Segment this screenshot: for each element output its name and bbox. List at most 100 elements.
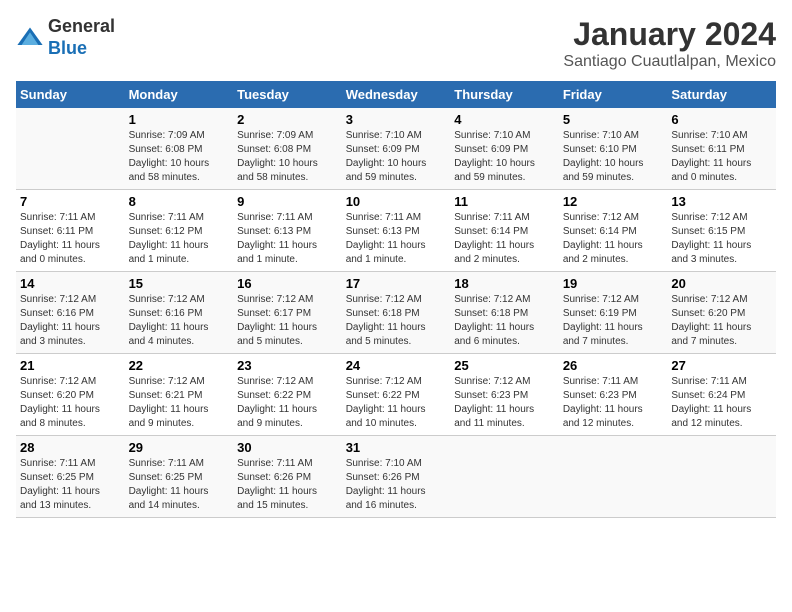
calendar-cell: 6 Sunrise: 7:10 AM Sunset: 6:11 PM Daylig… [667,108,776,190]
calendar-cell: 26 Sunrise: 7:11 AM Sunset: 6:23 PM Dayli… [559,354,668,436]
logo-text: General Blue [48,16,115,59]
day-number: 7 [20,194,121,209]
day-info: Sunrise: 7:12 AM Sunset: 6:17 PM Dayligh… [237,293,338,349]
calendar-cell: 1 Sunrise: 7:09 AM Sunset: 6:08 PM Daylig… [125,108,234,190]
day-number: 30 [237,440,338,455]
day-info: Sunrise: 7:12 AM Sunset: 6:18 PM Dayligh… [454,293,555,349]
calendar-cell: 8 Sunrise: 7:11 AM Sunset: 6:12 PM Daylig… [125,190,234,272]
calendar-cell: 2Sunrise: 7:09 AM Sunset: 6:08 PM Daylig… [233,108,342,190]
day-info: Sunrise: 7:12 AM Sunset: 6:20 PM Dayligh… [671,293,772,349]
header-day-thursday: Thursday [450,81,559,108]
calendar-cell [16,108,125,190]
day-info: Sunrise: 7:11 AM Sunset: 6:13 PM Dayligh… [346,211,447,267]
day-info: Sunrise: 7:12 AM Sunset: 6:16 PM Dayligh… [20,293,121,349]
calendar-cell: 17Sunrise: 7:12 AM Sunset: 6:18 PM Dayli… [342,272,451,354]
day-info: Sunrise: 7:11 AM Sunset: 6:12 PM Dayligh… [129,211,230,267]
day-info: Sunrise: 7:10 AM Sunset: 6:11 PM Dayligh… [671,129,772,185]
header-day-friday: Friday [559,81,668,108]
day-number: 10 [346,194,447,209]
day-number: 26 [563,358,664,373]
calendar-cell: 11 Sunrise: 7:11 AM Sunset: 6:14 PM Dayli… [450,190,559,272]
day-number: 27 [671,358,772,373]
calendar-cell: 28Sunrise: 7:11 AM Sunset: 6:25 PM Dayli… [16,436,125,518]
calendar-cell: 15 Sunrise: 7:12 AM Sunset: 6:16 PM Dayli… [125,272,234,354]
title-section: January 2024 Santiago Cuautlalpan, Mexic… [563,16,776,71]
calendar-cell [450,436,559,518]
day-info: Sunrise: 7:12 AM Sunset: 6:18 PM Dayligh… [346,293,447,349]
calendar-cell: 16 Sunrise: 7:12 AM Sunset: 6:17 PM Dayli… [233,272,342,354]
header-day-saturday: Saturday [667,81,776,108]
day-info: Sunrise: 7:10 AM Sunset: 6:10 PM Dayligh… [563,129,664,185]
day-info: Sunrise: 7:12 AM Sunset: 6:22 PM Dayligh… [237,375,338,431]
calendar-cell: 13 Sunrise: 7:12 AM Sunset: 6:15 PM Dayli… [667,190,776,272]
main-title: January 2024 [563,16,776,53]
day-number: 20 [671,276,772,291]
day-info: Sunrise: 7:11 AM Sunset: 6:24 PM Dayligh… [671,375,772,431]
logo-blue: Blue [48,38,87,58]
day-info: Sunrise: 7:10 AM Sunset: 6:26 PM Dayligh… [346,457,447,513]
day-info: Sunrise: 7:12 AM Sunset: 6:22 PM Dayligh… [346,375,447,431]
day-number: 13 [671,194,772,209]
day-info: Sunrise: 7:12 AM Sunset: 6:16 PM Dayligh… [129,293,230,349]
day-number: 8 [129,194,230,209]
calendar-cell: 24Sunrise: 7:12 AM Sunset: 6:22 PM Dayli… [342,354,451,436]
day-number: 18 [454,276,555,291]
week-row-2: 7Sunrise: 7:11 AM Sunset: 6:11 PM Daylig… [16,190,776,272]
calendar-cell: 27 Sunrise: 7:11 AM Sunset: 6:24 PM Dayli… [667,354,776,436]
day-info: Sunrise: 7:12 AM Sunset: 6:21 PM Dayligh… [129,375,230,431]
calendar-cell: 20 Sunrise: 7:12 AM Sunset: 6:20 PM Dayli… [667,272,776,354]
calendar-header: SundayMondayTuesdayWednesdayThursdayFrid… [16,81,776,108]
day-info: Sunrise: 7:12 AM Sunset: 6:14 PM Dayligh… [563,211,664,267]
day-number: 29 [129,440,230,455]
day-number: 14 [20,276,121,291]
day-info: Sunrise: 7:12 AM Sunset: 6:19 PM Dayligh… [563,293,664,349]
calendar-cell: 31 Sunrise: 7:10 AM Sunset: 6:26 PM Dayli… [342,436,451,518]
header: General Blue January 2024 Santiago Cuaut… [16,16,776,71]
day-number: 16 [237,276,338,291]
day-info: Sunrise: 7:12 AM Sunset: 6:23 PM Dayligh… [454,375,555,431]
calendar-cell: 14 Sunrise: 7:12 AM Sunset: 6:16 PM Dayli… [16,272,125,354]
logo: General Blue [16,16,115,59]
subtitle: Santiago Cuautlalpan, Mexico [563,53,776,71]
calendar-cell: 9Sunrise: 7:11 AM Sunset: 6:13 PM Daylig… [233,190,342,272]
day-number: 31 [346,440,447,455]
calendar-cell: 12Sunrise: 7:12 AM Sunset: 6:14 PM Dayli… [559,190,668,272]
day-info: Sunrise: 7:11 AM Sunset: 6:23 PM Dayligh… [563,375,664,431]
day-number: 4 [454,112,555,127]
day-number: 11 [454,194,555,209]
day-number: 21 [20,358,121,373]
header-day-sunday: Sunday [16,81,125,108]
day-number: 22 [129,358,230,373]
header-day-tuesday: Tuesday [233,81,342,108]
header-day-monday: Monday [125,81,234,108]
day-info: Sunrise: 7:10 AM Sunset: 6:09 PM Dayligh… [454,129,555,185]
calendar-cell: 29 Sunrise: 7:11 AM Sunset: 6:25 PM Dayli… [125,436,234,518]
calendar-cell [667,436,776,518]
day-number: 15 [129,276,230,291]
day-info: Sunrise: 7:11 AM Sunset: 6:14 PM Dayligh… [454,211,555,267]
week-row-5: 28 Sunrise: 7:11 AM Sunset: 6:25 PM Dayli… [16,436,776,518]
calendar-cell: 7Sunrise: 7:11 AM Sunset: 6:11 PM Daylig… [16,190,125,272]
day-info: Sunrise: 7:11 AM Sunset: 6:25 PM Dayligh… [129,457,230,513]
calendar-cell: 10 Sunrise: 7:11 AM Sunset: 6:13 PM Dayli… [342,190,451,272]
logo-icon [16,24,44,52]
day-info: Sunrise: 7:09 AM Sunset: 6:08 PM Dayligh… [129,129,230,185]
day-number: 3 [346,112,447,127]
calendar-cell: 23Sunrise: 7:12 AM Sunset: 6:22 PM Dayli… [233,354,342,436]
calendar-cell [559,436,668,518]
calendar-body: 1 Sunrise: 7:09 AM Sunset: 6:08 PM Daylig… [16,108,776,518]
day-info: Sunrise: 7:09 AM Sunset: 6:08 PM Dayligh… [237,129,338,185]
calendar-cell: 4 Sunrise: 7:10 AM Sunset: 6:09 PM Daylig… [450,108,559,190]
week-row-1: 1 Sunrise: 7:09 AM Sunset: 6:08 PM Daylig… [16,108,776,190]
week-row-4: 21Sunrise: 7:12 AM Sunset: 6:20 PM Dayli… [16,354,776,436]
calendar-cell: 30Sunrise: 7:11 AM Sunset: 6:26 PM Dayli… [233,436,342,518]
day-number: 28 [20,440,121,455]
day-number: 1 [129,112,230,127]
calendar-cell: 18 Sunrise: 7:12 AM Sunset: 6:18 PM Dayli… [450,272,559,354]
calendar-table: SundayMondayTuesdayWednesdayThursdayFrid… [16,81,776,518]
calendar-cell: 5Sunrise: 7:10 AM Sunset: 6:10 PM Daylig… [559,108,668,190]
day-info: Sunrise: 7:12 AM Sunset: 6:15 PM Dayligh… [671,211,772,267]
day-info: Sunrise: 7:11 AM Sunset: 6:13 PM Dayligh… [237,211,338,267]
day-number: 6 [671,112,772,127]
calendar-cell: 19Sunrise: 7:12 AM Sunset: 6:19 PM Dayli… [559,272,668,354]
